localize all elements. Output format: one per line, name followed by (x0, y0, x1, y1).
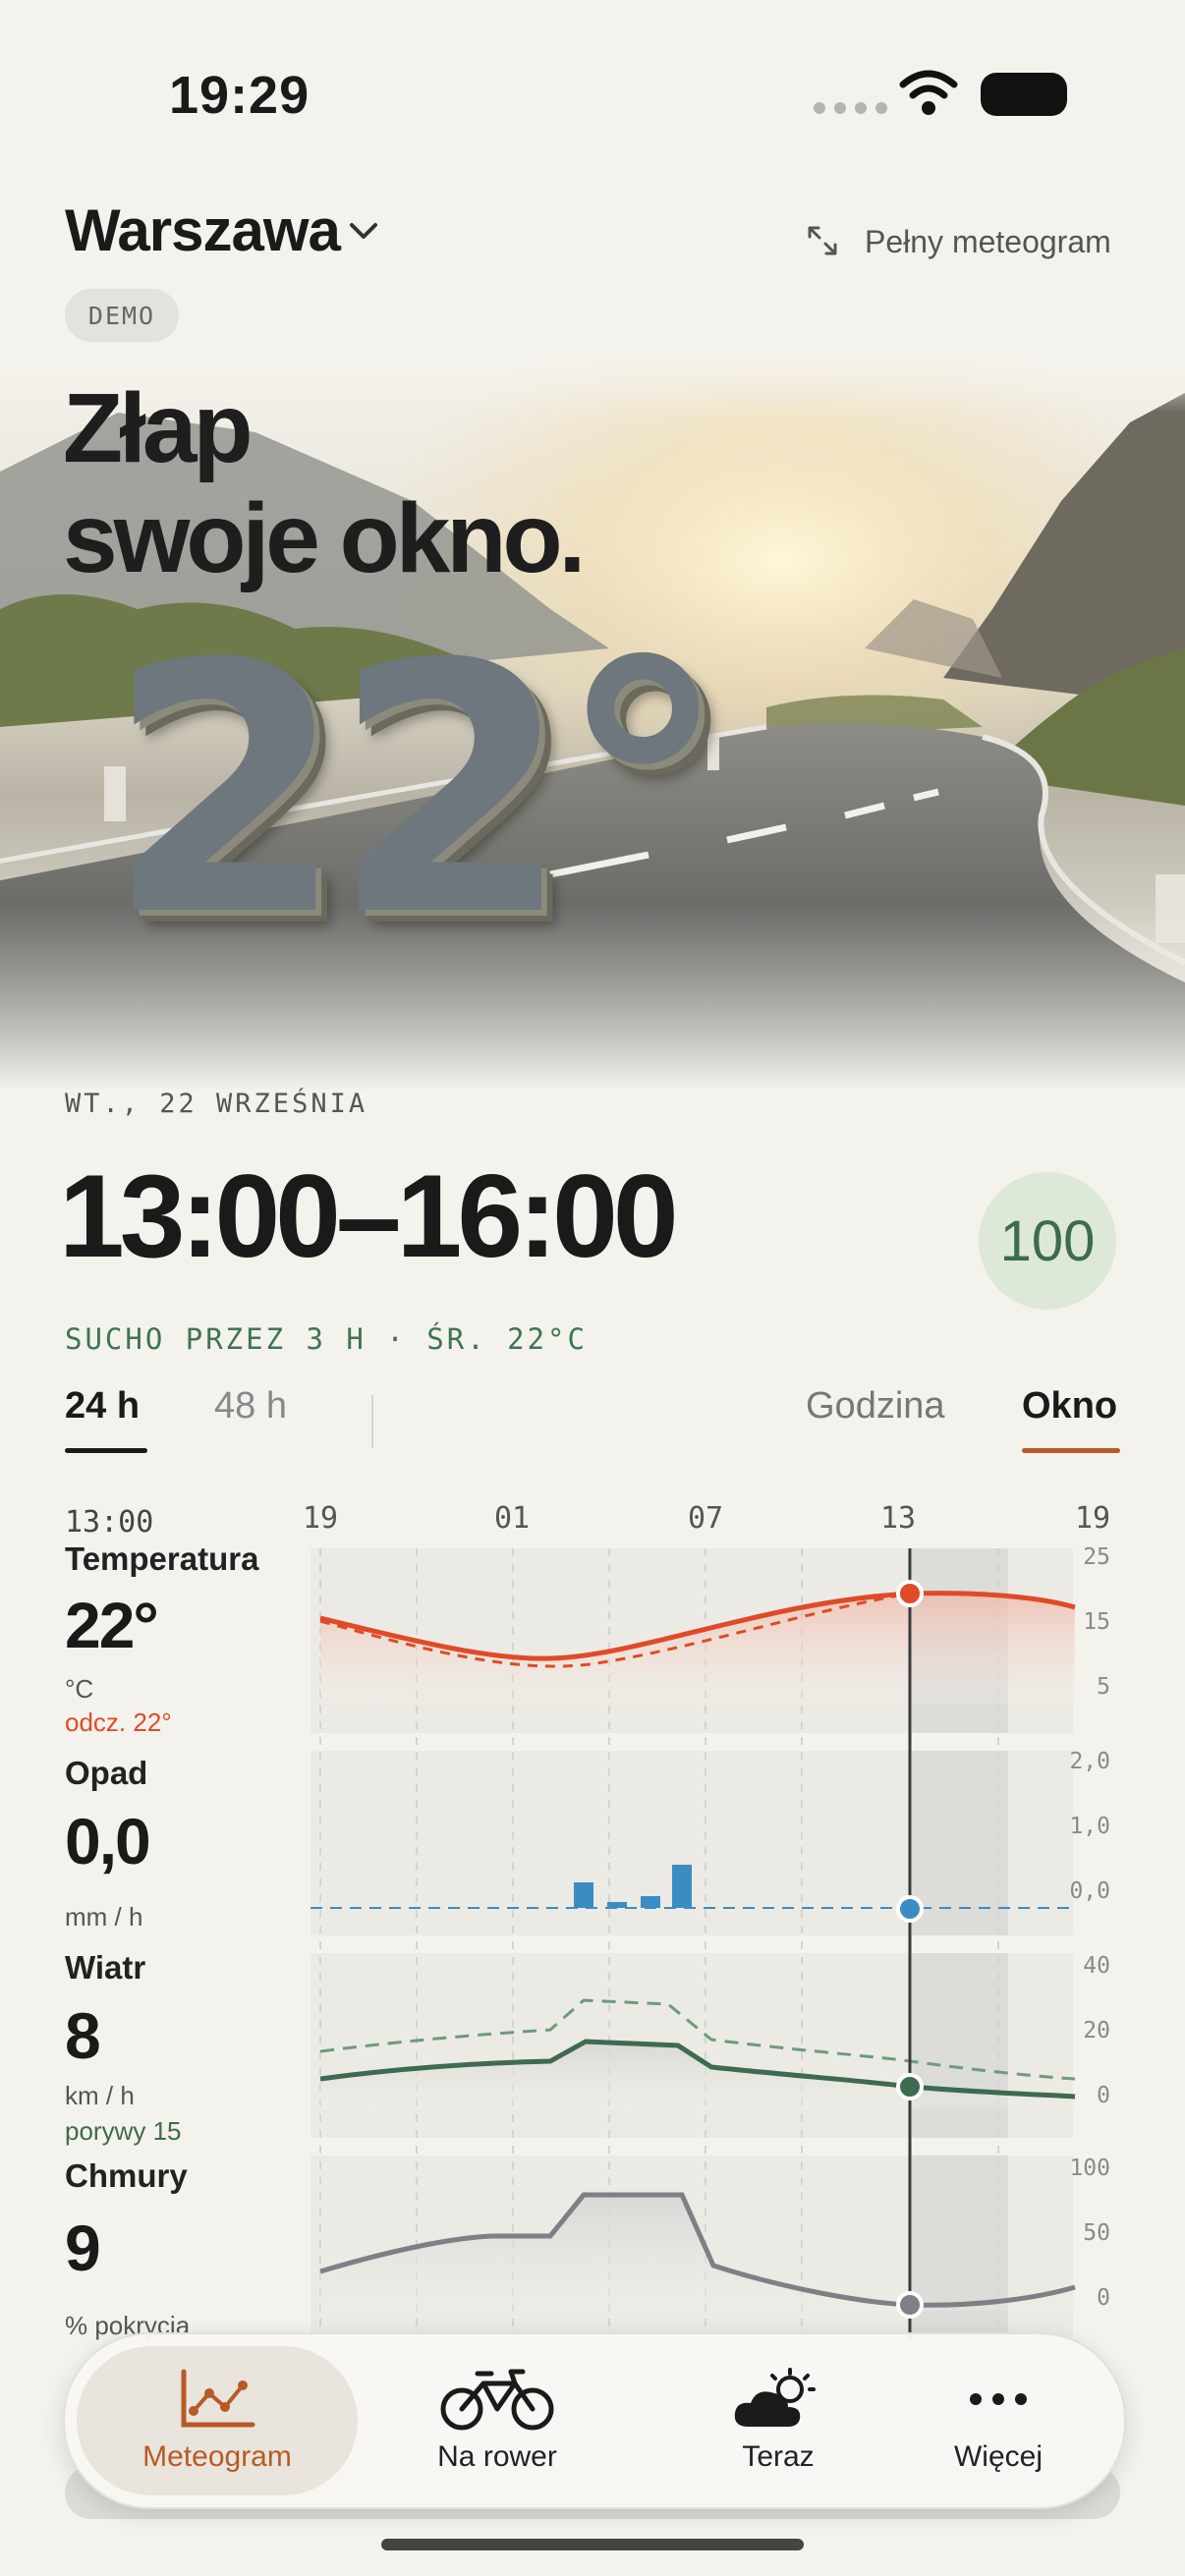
temperature-y-tick: 25 (1083, 1544, 1110, 1570)
temperature-y-tick: 15 (1083, 1609, 1110, 1635)
nav-meteogram-label: Meteogram (142, 2440, 292, 2473)
precipitation-y-tick: 1,0 (1069, 1814, 1110, 1839)
partly-cloudy-icon (734, 2368, 816, 2427)
nav-meteogram[interactable]: Meteogram (77, 2334, 358, 2507)
window-band-wind (912, 1953, 1008, 2138)
precip-marker (896, 1895, 924, 1923)
precip-bar-2 (607, 1902, 627, 1908)
wind-y-tick: 40 (1083, 1953, 1110, 1979)
temperature-y-tick: 5 (1097, 1674, 1110, 1700)
wind-y-tick: 0 (1097, 2083, 1110, 2108)
nav-bike[interactable]: Na rower (369, 2334, 625, 2507)
meteogram-icon (181, 2369, 255, 2428)
nav-now-label: Teraz (742, 2440, 815, 2473)
precip-bar-1 (574, 1882, 593, 1908)
more-dots-icon (970, 2393, 1027, 2405)
clouds-y-tick: 50 (1083, 2220, 1110, 2246)
home-indicator (381, 2539, 804, 2550)
nav-more[interactable]: Więcej (880, 2334, 1116, 2507)
nav-more-label: Więcej (953, 2440, 1043, 2473)
precipitation-y-tick: 2,0 (1069, 1749, 1110, 1774)
clouds-y-tick: 0 (1097, 2285, 1110, 2311)
clouds-marker (896, 2291, 924, 2319)
meteogram-chart[interactable] (0, 0, 1185, 2358)
window-band-clouds (912, 2156, 1008, 2340)
precip-bar-3 (641, 1896, 660, 1908)
bottom-nav: Meteogram Na rower Teraz Więcej (63, 2332, 1126, 2509)
precipitation-y-tick: 0,0 (1069, 1878, 1110, 1904)
nav-now[interactable]: Teraz (650, 2334, 906, 2507)
temperature-marker (896, 1580, 924, 1607)
bicycle-icon (440, 2369, 554, 2431)
clouds-y-tick: 100 (1069, 2156, 1110, 2181)
wind-marker (896, 2073, 924, 2100)
nav-bike-label: Na rower (437, 2440, 557, 2473)
precip-bar-4 (672, 1865, 692, 1908)
wind-y-tick: 20 (1083, 2018, 1110, 2044)
